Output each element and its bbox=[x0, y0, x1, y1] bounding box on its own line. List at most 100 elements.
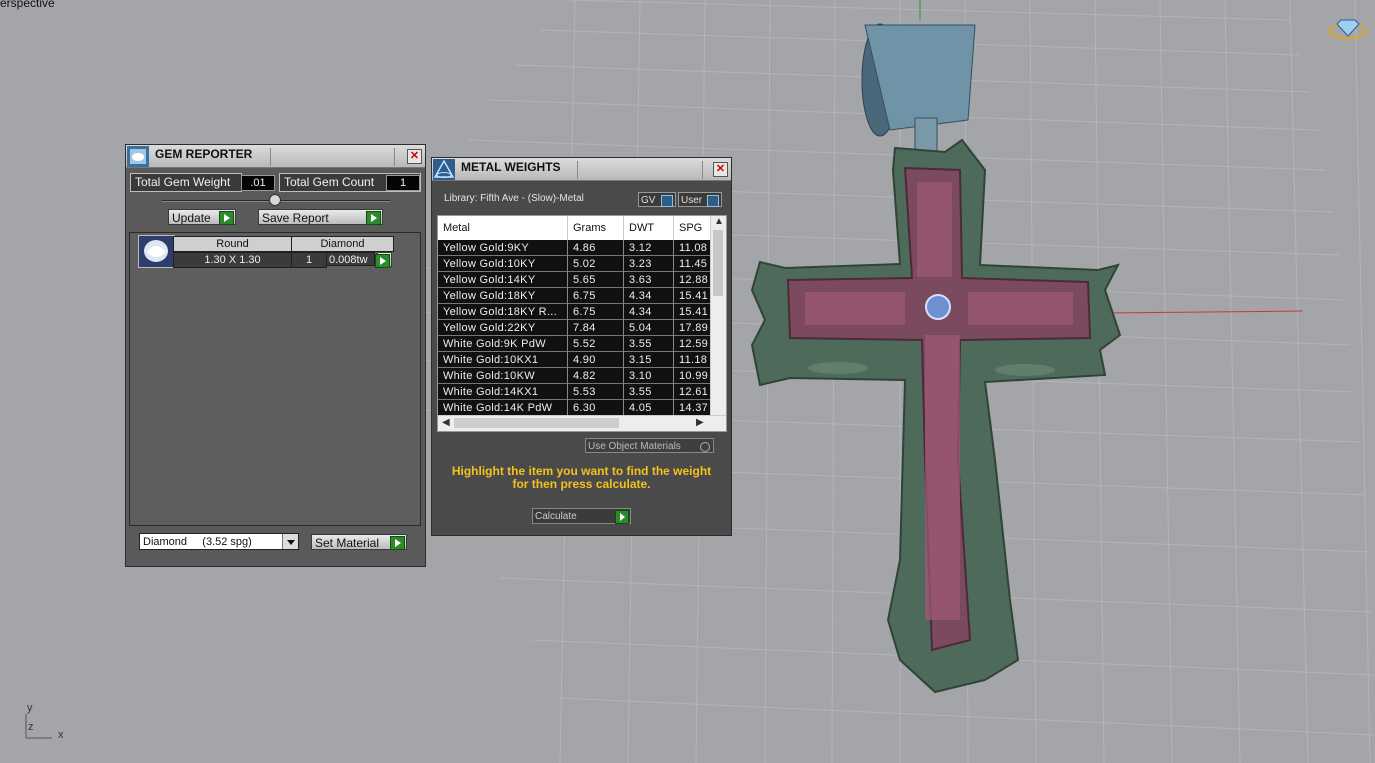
metal-spg: 12.61 bbox=[674, 384, 712, 400]
go-arrow-icon bbox=[375, 254, 390, 268]
table-row[interactable]: White Gold:9K PdW 5.52 3.55 12.59 bbox=[438, 336, 712, 352]
gem-material: Diamond bbox=[291, 236, 394, 252]
metal-dwt: 4.05 bbox=[624, 400, 674, 416]
metal-dwt: 3.23 bbox=[624, 256, 674, 272]
metal-dwt: 3.55 bbox=[624, 384, 674, 400]
metal-dwt: 4.34 bbox=[624, 288, 674, 304]
metal-spg: 15.41 bbox=[674, 288, 712, 304]
table-row[interactable]: Yellow Gold:9KY 4.86 3.12 11.08 bbox=[438, 240, 712, 256]
set-material-button-label: Set Material bbox=[315, 536, 380, 550]
save-report-button[interactable]: Save Report bbox=[258, 209, 383, 225]
toggle-indicator-icon bbox=[661, 195, 673, 207]
total-gem-weight-label: Total Gem Weight bbox=[130, 173, 242, 192]
gem-shape: Round bbox=[173, 236, 292, 252]
metal-name: Yellow Gold:14KY bbox=[438, 272, 568, 288]
user-toggle[interactable]: User bbox=[678, 192, 722, 207]
scrollbar-thumb[interactable] bbox=[454, 418, 619, 428]
table-row[interactable]: White Gold:10KX1 4.90 3.15 11.18 bbox=[438, 352, 712, 368]
metal-spg: 11.08 bbox=[674, 240, 712, 256]
go-arrow-icon bbox=[390, 536, 405, 550]
column-header-dwt[interactable]: DWT bbox=[624, 216, 674, 240]
metal-name: White Gold:14KX1 bbox=[438, 384, 568, 400]
table-row[interactable]: White Gold:14K PdW 6.30 4.05 14.37 bbox=[438, 400, 712, 416]
metal-weights-panel: METAL WEIGHTS ✕ Library: Fifth Ave - (Sl… bbox=[431, 157, 732, 536]
metal-name: Yellow Gold:9KY bbox=[438, 240, 568, 256]
metal-name: Yellow Gold:18KY R... bbox=[438, 304, 568, 320]
metal-name: White Gold:10KX1 bbox=[438, 352, 568, 368]
metal-spg: 10.99 bbox=[674, 368, 712, 384]
instruction-line-2: for then press calculate. bbox=[512, 477, 651, 491]
metal-grams: 6.75 bbox=[568, 304, 624, 320]
gem-weight: 0.008tw bbox=[326, 252, 375, 266]
metal-spg: 15.41 bbox=[674, 304, 712, 320]
gem-reporter-titlebar[interactable]: GEM REPORTER ✕ bbox=[126, 145, 425, 168]
metal-dwt: 3.63 bbox=[624, 272, 674, 288]
table-row[interactable]: Yellow Gold:22KY 7.84 5.04 17.89 bbox=[438, 320, 712, 336]
metal-name: Yellow Gold:22KY bbox=[438, 320, 568, 336]
scrollbar-thumb[interactable] bbox=[713, 230, 723, 296]
metal-weights-title: METAL WEIGHTS bbox=[461, 160, 561, 174]
gem-reporter-icon bbox=[127, 146, 149, 167]
metal-grams: 5.65 bbox=[568, 272, 624, 288]
titlebar-divider bbox=[577, 161, 578, 179]
metal-spg: 11.18 bbox=[674, 352, 712, 368]
calculate-button[interactable]: Calculate bbox=[532, 508, 631, 524]
metal-dwt: 3.12 bbox=[624, 240, 674, 256]
metal-grams: 4.82 bbox=[568, 368, 624, 384]
material-dropdown[interactable]: Diamond (3.52 spg) bbox=[139, 533, 299, 550]
table-row[interactable]: Yellow Gold:10KY 5.02 3.23 11.45 bbox=[438, 256, 712, 272]
scroll-up-icon[interactable]: ▲ bbox=[714, 216, 724, 227]
total-gem-count-value: 1 bbox=[386, 175, 420, 191]
instruction-text: Highlight the item you want to find the … bbox=[442, 465, 721, 491]
update-button[interactable]: Update bbox=[168, 209, 236, 225]
go-arrow-icon bbox=[219, 211, 234, 225]
metal-grams: 4.86 bbox=[568, 240, 624, 256]
table-row[interactable]: White Gold:10KW 4.82 3.10 10.99 bbox=[438, 368, 712, 384]
metal-table-horizontal-scrollbar[interactable]: ◀ ▶ bbox=[438, 415, 726, 431]
column-header-spg[interactable]: SPG bbox=[674, 216, 712, 240]
user-toggle-label: User bbox=[681, 195, 703, 206]
column-header-grams[interactable]: Grams bbox=[568, 216, 624, 240]
titlebar-divider bbox=[702, 161, 703, 179]
radio-icon bbox=[700, 442, 710, 452]
metal-dwt: 3.55 bbox=[624, 336, 674, 352]
gem-list[interactable]: Round Diamond 1.30 X 1.30 1 0.008tw bbox=[129, 232, 421, 526]
scroll-left-icon[interactable]: ◀ bbox=[442, 417, 450, 428]
gem-row-go-button[interactable] bbox=[375, 252, 392, 268]
metal-table[interactable]: Metal Grams DWT SPG Yellow Gold:9KY 4.86 3… bbox=[437, 215, 727, 432]
metal-weights-close-icon[interactable]: ✕ bbox=[713, 162, 728, 177]
center-gem bbox=[925, 294, 951, 320]
gem-size: 1.30 X 1.30 bbox=[173, 252, 292, 268]
table-row[interactable]: White Gold:14KX1 5.53 3.55 12.61 bbox=[438, 384, 712, 400]
metal-table-vertical-scrollbar[interactable]: ▲ bbox=[710, 216, 726, 416]
metal-grams: 5.53 bbox=[568, 384, 624, 400]
table-row[interactable]: Yellow Gold:18KY R... 6.75 4.34 15.41 bbox=[438, 304, 712, 320]
gem-quantity: 1 bbox=[291, 252, 327, 268]
column-header-metal[interactable]: Metal bbox=[438, 216, 568, 240]
gv-toggle[interactable]: GV bbox=[638, 192, 676, 207]
metal-grams: 6.30 bbox=[568, 400, 624, 416]
use-object-materials-option[interactable]: Use Object Materials bbox=[585, 438, 714, 453]
pendant-bail bbox=[861, 23, 976, 155]
calculate-button-label: Calculate bbox=[535, 511, 577, 522]
material-dropdown-value: Diamond (3.52 spg) bbox=[143, 536, 252, 548]
library-name: Library: Fifth Ave - (Slow)-Metal bbox=[444, 193, 584, 204]
gem-toolbar-icon[interactable] bbox=[1328, 14, 1368, 40]
metal-dwt: 3.15 bbox=[624, 352, 674, 368]
metal-name: Yellow Gold:10KY bbox=[438, 256, 568, 272]
metal-grams: 5.52 bbox=[568, 336, 624, 352]
update-button-label: Update bbox=[172, 211, 211, 225]
go-arrow-icon bbox=[366, 211, 381, 225]
gem-slider-handle[interactable] bbox=[269, 194, 281, 206]
scroll-right-icon[interactable]: ▶ bbox=[696, 417, 704, 428]
set-material-button[interactable]: Set Material bbox=[311, 534, 407, 550]
metal-dwt: 3.10 bbox=[624, 368, 674, 384]
table-row[interactable]: Yellow Gold:14KY 5.65 3.63 12.88 bbox=[438, 272, 712, 288]
gem-reporter-close-icon[interactable]: ✕ bbox=[407, 149, 422, 164]
metal-weights-titlebar[interactable]: METAL WEIGHTS ✕ bbox=[432, 158, 731, 181]
chevron-down-icon[interactable] bbox=[282, 534, 298, 549]
metal-dwt: 4.34 bbox=[624, 304, 674, 320]
metal-grams: 4.90 bbox=[568, 352, 624, 368]
total-gem-weight-value: .01 bbox=[241, 175, 275, 191]
table-row[interactable]: Yellow Gold:18KY 6.75 4.34 15.41 bbox=[438, 288, 712, 304]
